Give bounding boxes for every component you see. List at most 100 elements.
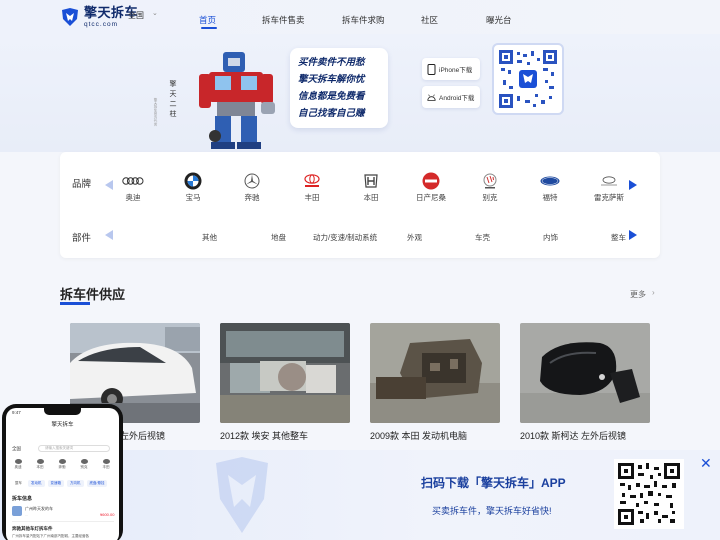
phone-region: 全国 [12, 446, 21, 451]
phone-chip: 发动机 [28, 480, 45, 487]
brand-next-arrow-icon[interactable] [629, 180, 637, 190]
iphone-download-label: iPhone下载 [439, 67, 473, 74]
car-logo-icon [36, 459, 44, 464]
toyota-logo-icon [301, 172, 323, 190]
nav-exposure[interactable]: 曝光台 [486, 14, 512, 26]
brand-item-buick[interactable]: 别克 [470, 172, 510, 203]
phone-post-body: 广州拆车量汽配站下广州南部汽配城，主要经营各 [12, 534, 89, 538]
parts-row-label: 部件 [72, 233, 92, 244]
phone-brand: 奔驰 [56, 459, 68, 470]
download-qr-code [614, 459, 684, 529]
phone-chip: 变速箱 [47, 480, 64, 487]
card-photo-mirror [520, 323, 650, 423]
supply-card[interactable]: 2010款 斯柯达 左外后视镜 [520, 323, 650, 442]
robot-mascot-illustration [199, 52, 275, 149]
benz-logo-icon [241, 172, 263, 190]
brand-name: 别克 [482, 193, 498, 202]
android-download-button[interactable]: Android下载 [422, 86, 480, 108]
parts-next-arrow-icon[interactable] [629, 230, 637, 240]
phone-mockup: 9:47 擎天拆车 全国 请输入搜索关键词 奥迪 本田 奔驰 别克 丰田 整车 … [2, 404, 123, 540]
bmw-logo-icon [182, 172, 204, 190]
more-link[interactable]: 更多 [630, 289, 646, 300]
brand-item-lexus[interactable]: 雷克萨斯 [589, 172, 629, 203]
phone-item-subtitle: ··· [25, 513, 28, 517]
app-qr-code [492, 43, 564, 115]
download-bar-subtitle: 买卖拆车件，擎天拆车好省快! [432, 506, 552, 516]
phone-item-price: ¥600.00 [100, 512, 115, 517]
brand-item-toyota[interactable]: 丰田 [292, 172, 332, 203]
phone-notch [44, 408, 81, 415]
nav-parts-wanted[interactable]: 拆车件求购 [342, 14, 385, 26]
phone-icon [427, 63, 436, 75]
parts-prev-arrow-icon[interactable] [105, 230, 113, 240]
nav-parts-sale[interactable]: 拆车件售卖 [262, 14, 305, 26]
ford-logo-icon [539, 172, 561, 190]
brand-prev-arrow-icon[interactable] [105, 180, 113, 190]
mascot-caption-sub: 擎天拆车官方代言 [154, 98, 158, 126]
nav-community[interactable]: 社区 [421, 14, 438, 26]
brand-name: 本田 [363, 193, 379, 202]
iphone-download-button[interactable]: iPhone下载 [422, 58, 480, 80]
phone-app-title: 擎天拆车 [51, 422, 74, 428]
slogan-line: 信息都是免费看 [298, 91, 365, 102]
brand-name: 福特 [542, 193, 558, 202]
part-item[interactable]: 地盘 [271, 232, 286, 243]
part-item[interactable]: 外观 [407, 232, 422, 243]
car-logo-icon [102, 459, 110, 464]
brand-item-nissan[interactable]: 日产尼桑 [411, 172, 451, 203]
car-logo-icon [58, 459, 66, 464]
nissan-logo-icon [420, 172, 442, 190]
slogan-card: 买件卖件不用愁 擎天拆车解你忧 信息都是免费看 自己找客自己赚 [290, 48, 388, 128]
honda-logo-icon [360, 172, 382, 190]
section-title-underline [60, 302, 90, 305]
active-nav-indicator [201, 27, 217, 29]
top-header: 擎天拆车 qtcc.com 全国 ⌄ 首页 拆车件售卖 拆车件求购 社区 曝光台 [0, 0, 720, 34]
phone-brand: 别克 [78, 459, 90, 470]
brand-name: 宝马 [185, 193, 201, 202]
brand-name: 丰田 [304, 193, 320, 202]
supply-card[interactable]: 2009款 本田 发动机电脑 [370, 323, 500, 442]
part-item[interactable]: 内饰 [543, 232, 558, 243]
brand-item-honda[interactable]: 本田 [351, 172, 391, 203]
nav-home[interactable]: 首页 [199, 14, 216, 26]
brand-name: 日产尼桑 [416, 193, 446, 202]
qr-code-icon [618, 463, 680, 525]
brand-item-audi[interactable]: 奥迪 [113, 172, 153, 203]
brand-row-label: 品牌 [72, 179, 92, 190]
supply-card[interactable]: 2012款 埃安 其他整车 [220, 323, 350, 442]
part-item[interactable]: 动力/变速/制动系统 [313, 232, 377, 243]
chevron-down-icon[interactable]: ⌄ [152, 9, 158, 17]
phone-search-input: 请输入搜索关键词 [38, 445, 110, 452]
region-selector[interactable]: 全国 [128, 10, 144, 21]
mascot-caption: 擎天二柱 [169, 80, 176, 120]
phone-item-title: 广州昨天发的车 [25, 506, 53, 511]
phone-brand: 本田 [34, 459, 46, 470]
card-title: 2010款 斯柯达 左外后视镜 [520, 431, 627, 441]
phone-section-title: 拆车信息 [12, 496, 33, 502]
brand-item-benz[interactable]: 奔驰 [232, 172, 272, 203]
android-download-label: Android下载 [439, 95, 475, 102]
qr-code-icon [499, 50, 557, 108]
phone-category-chips: 整车 发动机 变速箱 方向机 底盘/悬挂 [12, 480, 108, 487]
phone-brand-row: 奥迪 本田 奔驰 别克 丰田 [12, 459, 112, 470]
card-title: 2012款 埃安 其他整车 [220, 431, 309, 441]
close-icon[interactable]: ✕ [700, 456, 712, 470]
phone-brand: 丰田 [100, 459, 112, 470]
supply-section-title: 拆车件供应 [60, 287, 126, 302]
brand-item-bmw[interactable]: 宝马 [173, 172, 213, 203]
watermark-shield-icon [216, 457, 268, 533]
phone-post-title: 奔驰其他车灯拆车件 [12, 526, 53, 531]
part-item[interactable]: 车壳 [475, 232, 490, 243]
car-logo-icon [80, 459, 88, 464]
brand-item-ford[interactable]: 福特 [530, 172, 570, 203]
phone-chip: 方向机 [67, 480, 84, 487]
card-photo-ecu [370, 323, 500, 423]
site-logo[interactable]: 擎天拆车 qtcc.com [60, 5, 138, 29]
brand-name: 奥迪 [125, 193, 141, 202]
part-item[interactable]: 整车 [611, 232, 626, 243]
card-photo-scrap-yard [220, 323, 350, 423]
chevron-right-icon[interactable]: › [652, 288, 655, 297]
phone-item-thumbnail [12, 506, 22, 516]
part-item[interactable]: 其他 [202, 232, 217, 243]
brand-name: 奔驰 [244, 193, 260, 202]
